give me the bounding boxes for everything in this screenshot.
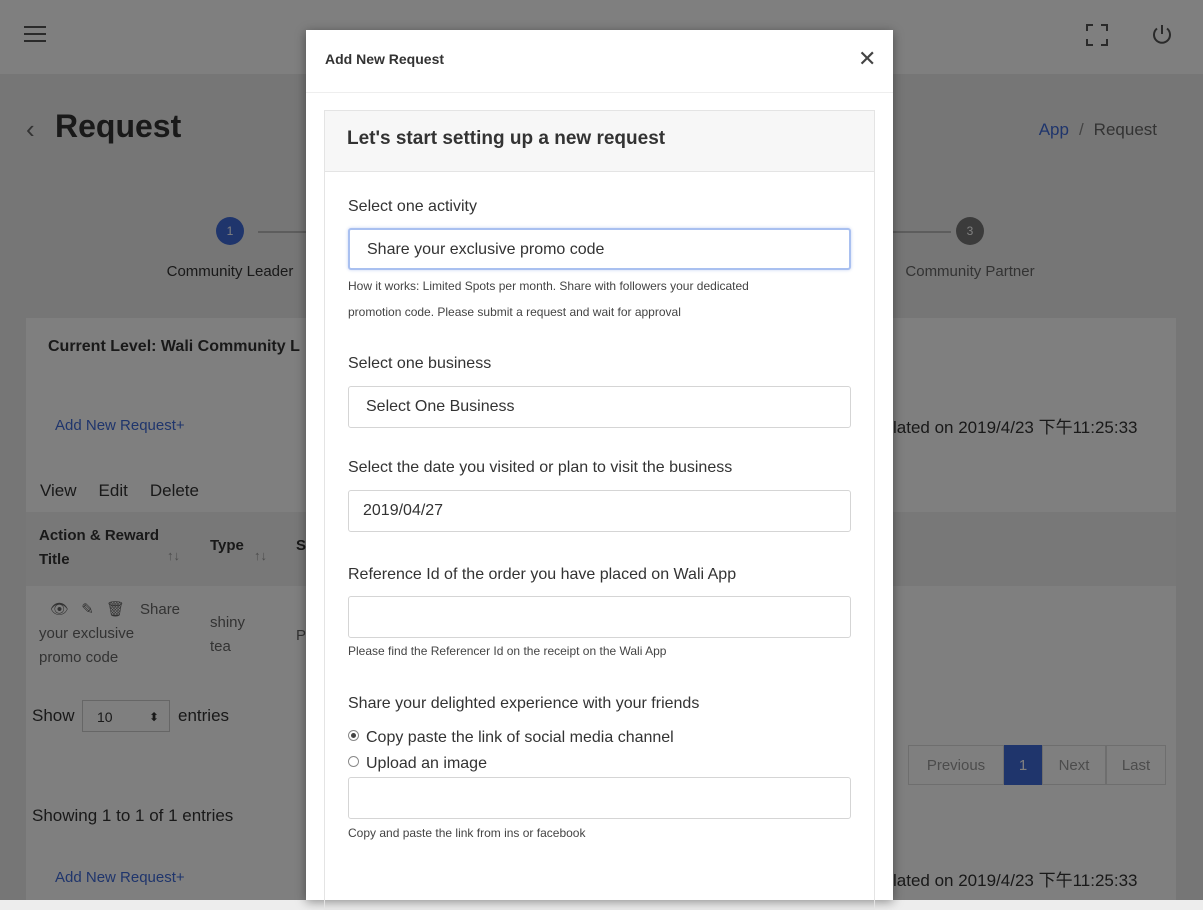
reference-input[interactable]	[348, 596, 851, 638]
radio-unselected-icon[interactable]	[348, 756, 359, 768]
form-header: Let's start setting up a new request	[325, 111, 874, 172]
request-form-card: Let's start setting up a new request Sel…	[324, 110, 875, 910]
business-select[interactable]: Select One Business	[348, 386, 851, 428]
date-label: Select the date you visited or plan to v…	[348, 459, 733, 476]
add-request-modal: Add New Request ✕ Let's start setting up…	[306, 30, 893, 910]
share-label: Share your delighted experience with you…	[348, 695, 700, 712]
modal-divider	[306, 92, 893, 93]
share-option-upload-label: Upload an image	[366, 755, 487, 772]
radio-selected-icon[interactable]	[348, 730, 359, 742]
modal-title: Add New Request	[325, 51, 445, 67]
share-option-upload[interactable]: Upload an image	[348, 755, 487, 773]
activity-label: Select one activity	[348, 198, 477, 215]
activity-help-line1: How it works: Limited Spots per month. S…	[348, 279, 749, 293]
share-link-input[interactable]	[348, 777, 851, 819]
activity-help-line2: promotion code. Please submit a request …	[348, 305, 681, 319]
date-input[interactable]: 2019/04/27	[348, 490, 851, 532]
business-label: Select one business	[348, 355, 492, 372]
activity-help: How it works: Limited Spots per month. S…	[348, 273, 749, 325]
share-option-link[interactable]: Copy paste the link of social media chan…	[348, 729, 674, 747]
reference-label: Reference Id of the order you have place…	[348, 566, 737, 583]
close-icon[interactable]: ✕	[858, 48, 876, 70]
reference-help: Please find the Referencer Id on the rec…	[348, 644, 667, 658]
share-help: Copy and paste the link from ins or face…	[348, 826, 586, 840]
share-option-link-label: Copy paste the link of social media chan…	[366, 729, 674, 746]
activity-select[interactable]: Share your exclusive promo code	[348, 228, 851, 270]
form-header-text: Let's start setting up a new request	[347, 128, 666, 149]
